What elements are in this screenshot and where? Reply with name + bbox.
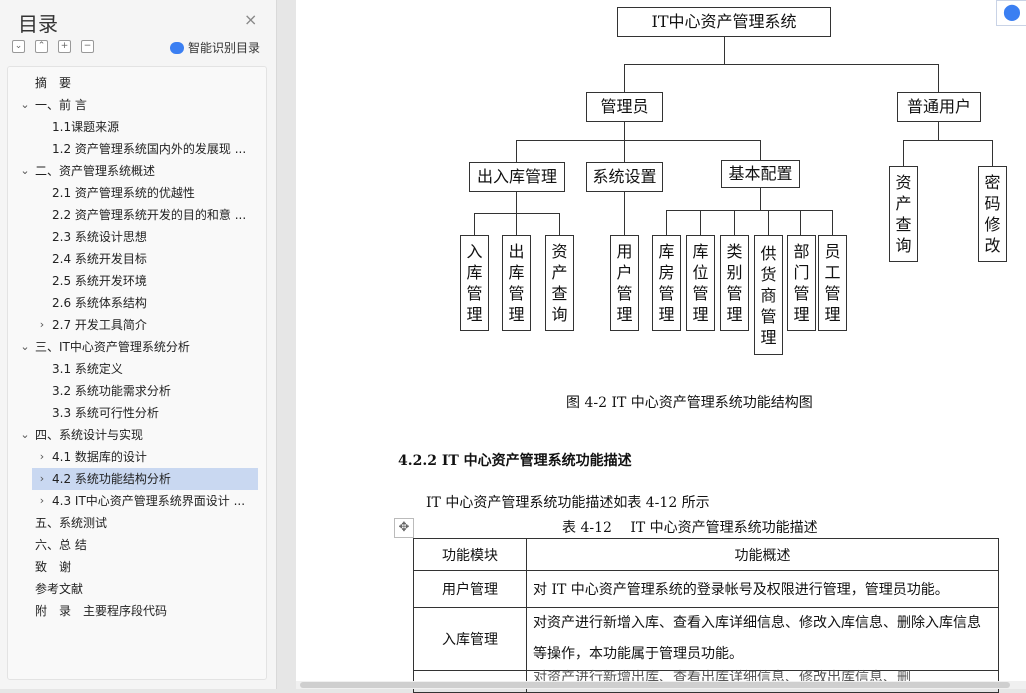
diagram-leaf: 类别管理 <box>720 235 749 331</box>
diagram-node-basic: 基本配置 <box>721 160 800 188</box>
chevron-right-icon[interactable]: › <box>36 490 48 512</box>
toc-item[interactable]: 3.2 系统功能需求分析 <box>52 380 252 402</box>
toc-item[interactable]: 三、IT中心资产管理系统分析 <box>35 336 255 358</box>
diagram-node-root: IT中心资产管理系统 <box>617 7 831 37</box>
chevron-down-icon[interactable]: ⌄ <box>19 424 31 446</box>
diagram-leaf: 入库管理 <box>460 235 489 331</box>
page-gutter <box>277 0 296 689</box>
diagram-leaf: 供货商管理 <box>754 235 783 355</box>
diagram-leaf: 库位管理 <box>686 235 715 331</box>
diagram-node-user: 普通用户 <box>897 92 981 122</box>
toc-toolbar: ⌄ ⌃ + − <box>12 40 94 53</box>
toc-item[interactable]: 1.2 资产管理系统国内外的发展现 ... <box>52 138 252 160</box>
remove-heading-icon[interactable]: − <box>81 40 94 53</box>
table-header-cell: 功能模块 <box>413 538 527 571</box>
table-cell-desc: 对 IT 中心资产管理系统的登录帐号及权限进行管理，管理员功能。 <box>526 570 999 608</box>
table-row: 入库管理 对资产进行新增入库、查看入库详细信息、修改入库信息、删除入库信息等操作… <box>413 607 999 671</box>
toc-item[interactable]: 附 录 主要程序段代码 <box>35 600 255 622</box>
section-heading: 4.2.2 IT 中心资产管理系统功能描述 <box>398 453 632 469</box>
figure-caption: 图 4-2 IT 中心资产管理系统功能结构图 <box>566 395 813 411</box>
toc-item[interactable]: 1.1课题来源 <box>52 116 252 138</box>
diagram-leaf: 部门管理 <box>787 235 816 331</box>
table-row: 用户管理 对 IT 中心资产管理系统的登录帐号及权限进行管理，管理员功能。 <box>413 570 999 608</box>
expand-all-icon[interactable]: ⌃ <box>35 40 48 53</box>
chevron-down-icon[interactable]: ⌄ <box>19 94 31 116</box>
chevron-down-icon[interactable]: ⌄ <box>19 160 31 182</box>
table-cell-module: 入库管理 <box>413 607 527 671</box>
toc-item-selected[interactable]: 4.2 系统功能结构分析 <box>32 468 258 490</box>
toc-item[interactable]: 六、总 结 <box>35 534 255 556</box>
diagram-node-inout: 出入库管理 <box>469 162 565 192</box>
toc-item[interactable]: 五、系统测试 <box>35 512 255 534</box>
toc-item[interactable]: 二、资产管理系统概述 <box>35 160 255 182</box>
toc-item[interactable]: 2.1 资产管理系统的优越性 <box>52 182 252 204</box>
toc-item[interactable]: 2.5 系统开发环境 <box>52 270 252 292</box>
toc-item[interactable]: 一、前 言 <box>35 94 255 116</box>
diagram-leaf: 密码修改 <box>978 166 1007 262</box>
function-table: 功能模块 功能概述 用户管理 对 IT 中心资产管理系统的登录帐号及权限进行管理… <box>413 538 999 693</box>
close-icon[interactable]: × <box>244 10 257 29</box>
toc-item[interactable]: 致 谢 <box>35 556 255 578</box>
toc-item[interactable]: 4.3 IT中心资产管理系统界面设计 ... <box>52 490 252 512</box>
diagram-node-settings: 系统设置 <box>586 162 663 192</box>
toc-item[interactable]: 四、系统设计与实现 <box>35 424 255 446</box>
toc-list: 摘 要 ⌄ 一、前 言 1.1课题来源 1.2 资产管理系统国内外的发展现 ..… <box>7 66 267 680</box>
toc-title: 目录 <box>18 12 58 36</box>
toc-item[interactable]: 2.2 资产管理系统开发的目的和意 ... <box>52 204 252 226</box>
chevron-right-icon[interactable]: › <box>36 446 48 468</box>
toc-sidebar: 目录 × ⌄ ⌃ + − 智能识别目录 摘 要 ⌄ 一、前 言 1.1课题来源 … <box>0 0 277 689</box>
diagram-leaf: 资产查询 <box>889 166 918 262</box>
location-pin-icon[interactable]: ⬤ <box>996 0 1026 26</box>
add-heading-icon[interactable]: + <box>58 40 71 53</box>
toc-item[interactable]: 2.7 开发工具简介 <box>52 314 252 336</box>
toc-item[interactable]: 参考文献 <box>35 578 255 600</box>
chevron-right-icon[interactable]: › <box>36 314 48 336</box>
smart-toc-label: 智能识别目录 <box>188 41 261 55</box>
toc-item[interactable]: 2.6 系统体系结构 <box>52 292 252 314</box>
collapse-all-icon[interactable]: ⌄ <box>12 40 25 53</box>
toc-item[interactable]: 3.1 系统定义 <box>52 358 252 380</box>
cloud-icon <box>170 41 184 54</box>
table-cell-module: 用户管理 <box>413 570 527 608</box>
diagram-leaf: 用户管理 <box>610 235 639 331</box>
chevron-right-icon[interactable]: › <box>36 468 48 490</box>
smart-toc-button[interactable]: 智能识别目录 <box>170 39 260 56</box>
table-header-cell: 功能概述 <box>526 538 999 571</box>
diagram-leaf: 员工管理 <box>818 235 847 331</box>
diagram-leaf: 资产查询 <box>545 235 574 331</box>
toc-item[interactable]: 4.1 数据库的设计 <box>52 446 252 468</box>
horizontal-scrollbar-thumb[interactable] <box>300 682 1010 688</box>
diagram-leaf: 库房管理 <box>652 235 681 331</box>
table-caption: 表 4-12 IT 中心资产管理系统功能描述 <box>562 520 818 536</box>
chevron-down-icon[interactable]: ⌄ <box>19 336 31 358</box>
toc-item[interactable]: 2.3 系统设计思想 <box>52 226 252 248</box>
table-move-handle-icon[interactable]: ✥ <box>394 518 414 538</box>
toc-item[interactable]: 3.3 系统可行性分析 <box>52 402 252 424</box>
toc-item[interactable]: 摘 要 <box>35 72 255 94</box>
diagram-leaf: 出库管理 <box>502 235 531 331</box>
toc-item[interactable]: 2.4 系统开发目标 <box>52 248 252 270</box>
diagram-node-admin: 管理员 <box>586 92 663 122</box>
body-paragraph: IT 中心资产管理系统功能描述如表 4-12 所示 <box>426 495 710 511</box>
table-cell-desc: 对资产进行新增入库、查看入库详细信息、修改入库信息、删除入库信息等操作，本功能属… <box>526 607 999 671</box>
